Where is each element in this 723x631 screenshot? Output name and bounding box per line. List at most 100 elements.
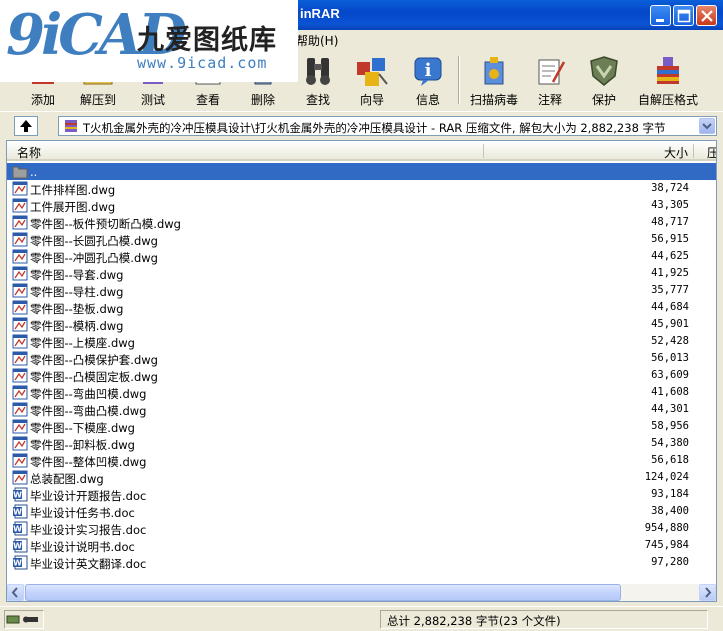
file-row[interactable]: 工件展开图.dwg 43,305 — [7, 197, 716, 214]
file-row[interactable]: 零件图--板件预切断凸模.dwg 48,717 — [7, 214, 716, 231]
virus-scan-icon — [484, 57, 504, 85]
dwg-file-icon — [12, 300, 28, 315]
file-row[interactable]: 零件图--导柱.dwg 35,777 — [7, 282, 716, 299]
list-header: 名称 大小 压 — [7, 141, 716, 161]
file-list[interactable]: 名称 大小 压 .. 工件排样图.dwg 38,724 工件展开图.dwg 43,305… — [6, 140, 717, 602]
path-combo[interactable]: T火机金属外壳的冷冲压模具设计\打火机金属外壳的冷冲压模具设计 - RAR 压缩… — [58, 116, 717, 136]
info-label: 信息 — [415, 93, 440, 107]
file-name: 零件图--上模座.dwg — [30, 336, 135, 350]
file-size: 44,301 — [651, 403, 689, 415]
file-row[interactable]: 零件图--模柄.dwg 45,901 — [7, 316, 716, 333]
file-name: 毕业设计英文翻译.doc — [30, 557, 147, 571]
file-row[interactable]: 零件图--凸模固定板.dwg 63,609 — [7, 367, 716, 384]
column-size-header[interactable]: 大小 — [664, 144, 688, 161]
window-title: inRAR — [300, 6, 340, 21]
file-size: 43,305 — [651, 199, 689, 211]
dwg-file-icon — [12, 470, 28, 485]
close-icon — [701, 10, 713, 22]
file-row[interactable]: 零件图--弯曲凹模.dwg 41,608 — [7, 384, 716, 401]
file-row[interactable]: W 毕业设计开题报告.doc 93,184 — [7, 486, 716, 503]
virus-scan-button[interactable]: 扫描病毒 — [466, 52, 522, 108]
scroll-thumb[interactable] — [25, 584, 621, 601]
logo-chinese-text: 九爱图纸库 — [137, 25, 277, 56]
close-button[interactable] — [696, 5, 717, 26]
delete-label: 删除 — [250, 93, 275, 107]
address-bar: T火机金属外壳的冷冲压模具设计\打火机金属外壳的冷冲压模具设计 - RAR 压缩… — [0, 113, 723, 138]
dwg-file-icon — [12, 351, 28, 366]
file-name: 零件图--弯曲凸模.dwg — [30, 404, 147, 418]
path-dropdown-button[interactable] — [699, 118, 715, 134]
minimize-button[interactable] — [650, 5, 671, 26]
file-size: 44,684 — [651, 301, 689, 313]
file-row[interactable]: 工件排样图.dwg 38,724 — [7, 180, 716, 197]
column-divider[interactable] — [693, 144, 694, 158]
dwg-file-icon — [12, 232, 28, 247]
comment-button[interactable]: 注释 — [530, 52, 570, 108]
svg-text:W: W — [13, 542, 22, 551]
file-row[interactable]: W 毕业设计任务书.doc 38,400 — [7, 503, 716, 520]
file-name: 零件图--卸料板.dwg — [30, 438, 135, 452]
file-row[interactable]: 零件图--整体凹模.dwg 56,618 — [7, 452, 716, 469]
sfx-icon — [657, 57, 679, 84]
parent-folder-row[interactable]: .. — [7, 163, 716, 180]
scroll-right-button[interactable] — [699, 584, 716, 601]
comment-icon — [538, 59, 566, 85]
file-row[interactable]: 零件图--凸模保护套.dwg 56,013 — [7, 350, 716, 367]
dwg-file-icon — [12, 385, 28, 400]
file-size: 35,777 — [651, 284, 689, 296]
file-size: 124,024 — [644, 471, 689, 483]
file-row[interactable]: 零件图--垫板.dwg 44,684 — [7, 299, 716, 316]
word-doc-icon: W — [13, 538, 28, 553]
protect-button[interactable]: 保护 — [584, 52, 624, 108]
file-row[interactable]: 零件图--长圆孔凸模.dwg 56,915 — [7, 231, 716, 248]
test-label: 测试 — [140, 93, 165, 107]
menu-help[interactable]: 帮助(H) — [296, 32, 338, 49]
dwg-file-icon — [12, 266, 28, 281]
file-row[interactable]: 零件图--弯曲凸模.dwg 44,301 — [7, 401, 716, 418]
up-arrow-icon — [20, 120, 32, 132]
file-size: 954,880 — [644, 522, 689, 534]
file-name: 零件图--凸模固定板.dwg — [30, 370, 158, 384]
find-button[interactable]: 查找 — [298, 52, 338, 108]
chevron-right-icon — [705, 587, 712, 598]
file-size: 97,280 — [651, 556, 689, 568]
file-name: 零件图--导套.dwg — [30, 268, 124, 282]
maximize-button[interactable] — [673, 5, 694, 26]
sfx-label: 自解压格式 — [637, 93, 698, 107]
file-row[interactable]: W 毕业设计说明书.doc 745,984 — [7, 537, 716, 554]
dwg-file-icon — [12, 198, 28, 213]
dwg-file-icon — [12, 215, 28, 230]
wizard-button[interactable]: 向导 — [350, 52, 394, 108]
word-doc-icon: W — [13, 487, 28, 502]
file-row[interactable]: 零件图--导套.dwg 41,925 — [7, 265, 716, 282]
file-row[interactable]: 总装配图.dwg 124,024 — [7, 469, 716, 486]
logo-url: www.9icad.com — [137, 54, 268, 72]
file-row[interactable]: W 毕业设计英文翻译.doc 97,280 — [7, 554, 716, 571]
sfx-button[interactable]: 自解压格式 — [636, 52, 700, 108]
status-icons — [4, 610, 44, 629]
file-row[interactable]: 零件图--下模座.dwg 58,956 — [7, 418, 716, 435]
column-divider[interactable] — [483, 144, 484, 158]
file-name: 零件图--凸模保护套.dwg — [30, 353, 158, 367]
file-name: 零件图--弯曲凹模.dwg — [30, 387, 147, 401]
file-row[interactable]: 零件图--冲圆孔凸模.dwg 44,625 — [7, 248, 716, 265]
status-total-text: 总计 2,882,238 字节(23 个文件) — [387, 614, 561, 628]
scroll-left-button[interactable] — [7, 584, 24, 601]
toolbar-separator — [458, 56, 460, 104]
file-name: .. — [30, 165, 38, 179]
virus-scan-label: 扫描病毒 — [469, 93, 518, 107]
up-folder-button[interactable] — [14, 116, 38, 136]
file-row[interactable]: W 毕业设计实习报告.doc 954,880 — [7, 520, 716, 537]
column-name-header[interactable]: 名称 — [17, 144, 41, 161]
horizontal-scrollbar[interactable] — [7, 584, 716, 601]
word-doc-icon: W — [13, 504, 28, 519]
info-button[interactable]: i 信息 — [408, 52, 448, 108]
file-size: 52,428 — [651, 335, 689, 347]
dwg-file-icon — [12, 402, 28, 417]
file-row[interactable]: 零件图--上模座.dwg 52,428 — [7, 333, 716, 350]
column-packed-header[interactable]: 压 — [707, 144, 716, 161]
file-size: 38,724 — [651, 182, 689, 194]
chevron-down-icon — [702, 123, 712, 130]
file-row[interactable]: 零件图--卸料板.dwg 54,380 — [7, 435, 716, 452]
file-name: 零件图--下模座.dwg — [30, 421, 135, 435]
